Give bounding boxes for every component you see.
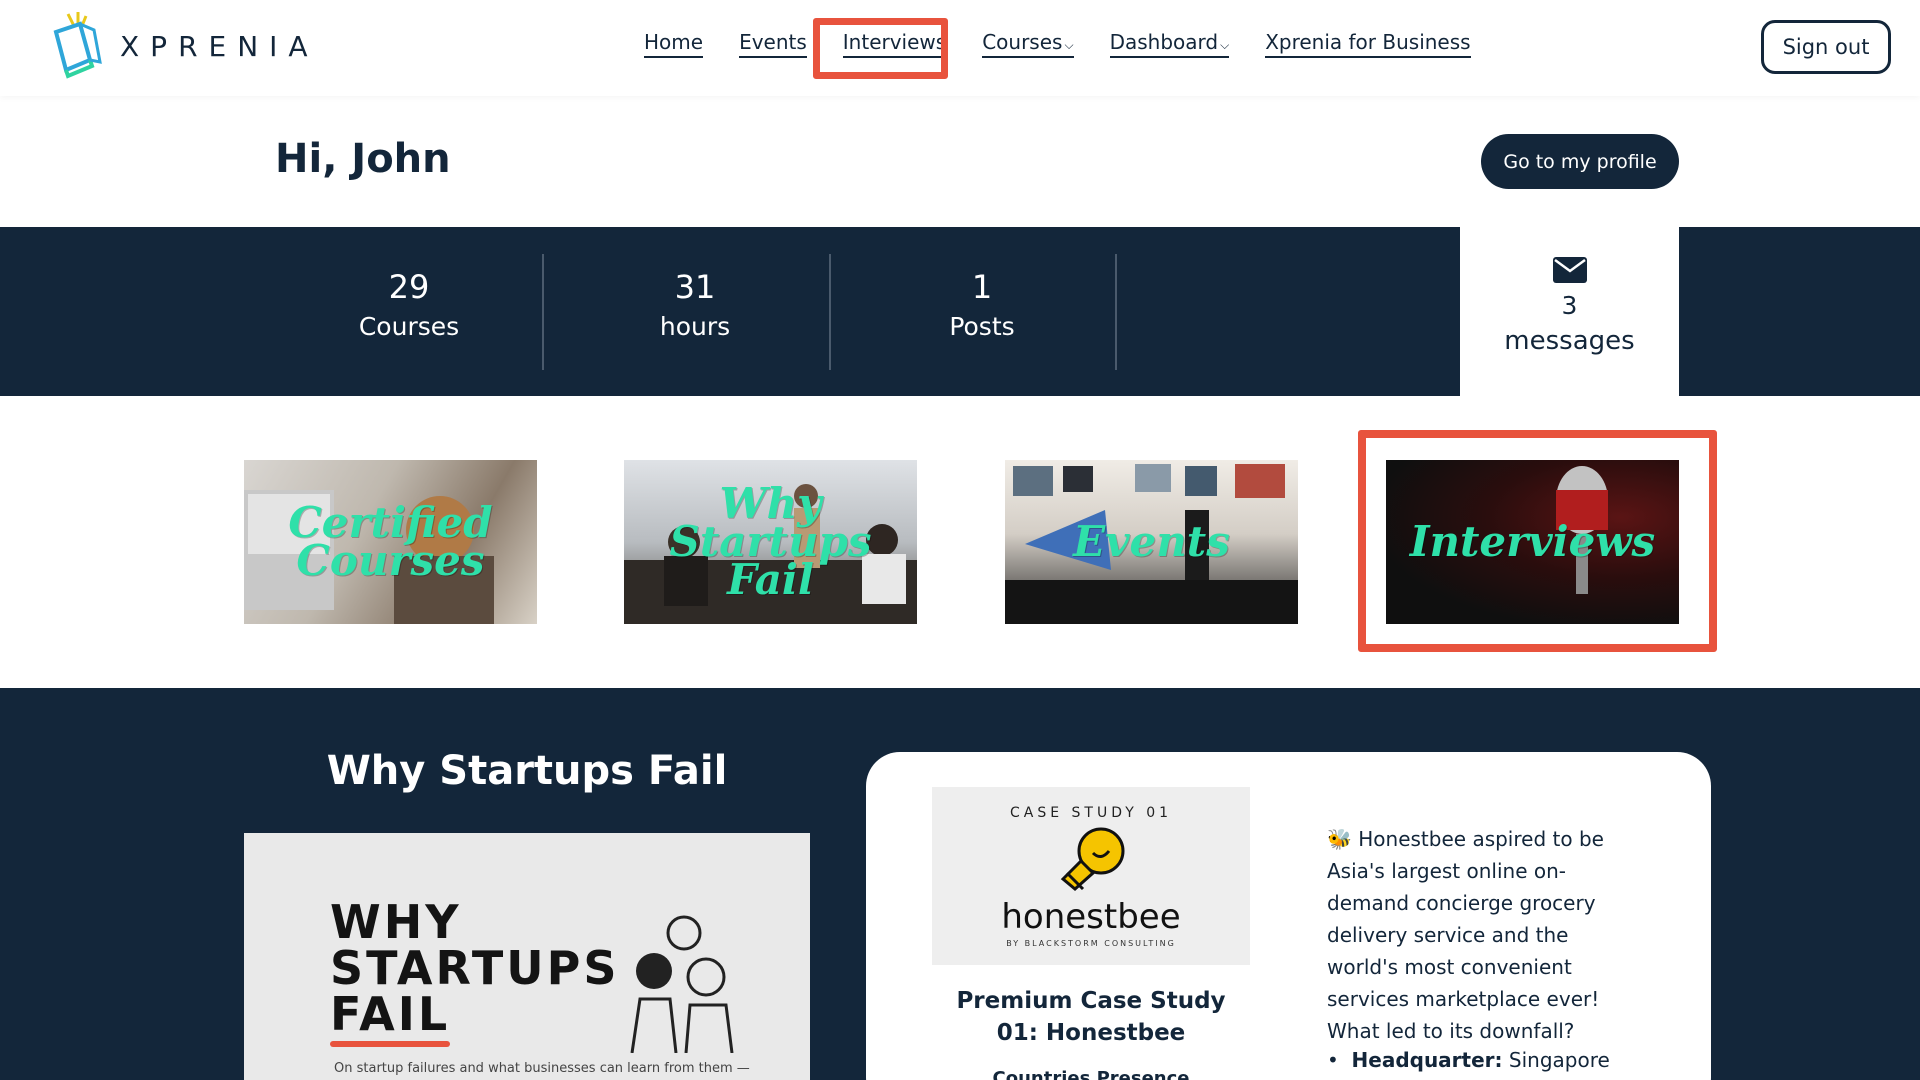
case-brand: honestbee — [1001, 897, 1181, 937]
section-title: Why Startups Fail — [326, 748, 728, 794]
stat-posts: 1 Posts — [839, 254, 1125, 370]
envelope-icon — [1460, 257, 1679, 287]
tile-certified-courses[interactable]: Certified Courses — [244, 460, 537, 624]
stat-label: Courses — [358, 312, 460, 341]
stat-label: hours — [659, 312, 731, 341]
nav-courses[interactable]: Courses ⌵ — [982, 30, 1074, 58]
image-title-line: FAIL — [330, 987, 451, 1041]
tile-label-line: Events — [1073, 517, 1230, 566]
nav-events-label: Events — [739, 30, 807, 54]
tile-label: Certified Courses — [244, 460, 537, 624]
bullet-value: Singapore — [1508, 1048, 1610, 1072]
tile-label-line: Startups Fail — [669, 517, 872, 604]
logo[interactable]: XPRENIA — [50, 12, 319, 80]
nav-business-label: Xprenia for Business — [1265, 30, 1471, 54]
top-header: XPRENIA Home Events Interviews Courses ⌵ … — [0, 0, 1920, 96]
people-illustration-icon — [630, 915, 734, 1053]
stat-value: 29 — [388, 268, 430, 306]
bee-icon — [1060, 827, 1125, 891]
nav-courses-label: Courses — [982, 30, 1063, 54]
stat-value: 31 — [674, 268, 716, 306]
messages-card[interactable]: 3 messages — [1460, 227, 1679, 396]
book-logo-icon — [53, 12, 102, 79]
tile-events[interactable]: Events — [1005, 460, 1298, 624]
stat-divider — [829, 254, 831, 370]
case-by: BY BLACKSTORM CONSULTING — [1006, 939, 1176, 948]
image-title-line: WHY — [330, 895, 462, 949]
messages-label: messages — [1504, 326, 1635, 356]
case-study-description: 🐝 Honestbee aspired to be Asia's largest… — [1327, 827, 1604, 1043]
go-to-profile-button[interactable]: Go to my profile — [1481, 134, 1679, 189]
bullet-label: Headquarter: — [1351, 1048, 1503, 1072]
stat-label: Posts — [949, 312, 1015, 341]
case-study-image[interactable]: CASE STUDY 01 honestbee BY BLACKSTORM CO… — [932, 787, 1250, 965]
stat-courses: 29 Courses — [266, 254, 552, 370]
nav-dashboard-label: Dashboard — [1109, 30, 1219, 54]
nav-events[interactable]: Events — [739, 30, 807, 58]
tile-label: Why Startups Fail — [624, 460, 917, 624]
tile-interviews-highlight — [1358, 430, 1717, 652]
stat-hours: 31 hours — [552, 254, 838, 370]
sign-out-button[interactable]: Sign out — [1761, 20, 1891, 74]
stat-value: 1 — [971, 268, 993, 306]
messages-count: 3 — [1561, 291, 1578, 320]
stat-divider — [1115, 254, 1117, 370]
image-caption: On startup failures and what businesses … — [334, 1061, 750, 1076]
image-title-line: STARTUPS — [330, 941, 620, 995]
tile-label: Events — [1005, 460, 1298, 624]
case-study-title[interactable]: Premium Case Study 01: Honestbee — [932, 985, 1250, 1049]
chevron-down-icon: ⌵ — [1064, 38, 1074, 52]
tile-why-startups-fail[interactable]: Why Startups Fail — [624, 460, 917, 624]
nav-interviews-highlight — [813, 18, 948, 79]
nav-dashboard[interactable]: Dashboard ⌵ — [1109, 30, 1230, 58]
case-study-bullet: • Headquarter: Singapore — [1327, 1048, 1610, 1072]
title-underline — [330, 1041, 450, 1047]
nav-home-label: Home — [644, 30, 704, 54]
main-nav: Home Events Interviews Courses ⌵ Dashboar… — [644, 30, 1471, 58]
chevron-down-icon: ⌵ — [1220, 38, 1230, 52]
why-startups-fail-image[interactable]: WHY STARTUPS FAIL On startup failures an… — [244, 833, 810, 1080]
case-kicker: CASE STUDY 01 — [1009, 805, 1173, 821]
image-title: WHY STARTUPS FAIL — [330, 899, 619, 1037]
nav-home[interactable]: Home — [644, 30, 704, 58]
page-title: Hi, John — [275, 136, 451, 182]
tile-label-line: Courses — [296, 536, 485, 585]
logo-text: XPRENIA — [120, 29, 319, 63]
case-study-subheading: Countries Presence — [992, 1068, 1190, 1080]
nav-xprenia-for-business[interactable]: Xprenia for Business — [1265, 30, 1471, 58]
stat-divider — [542, 254, 544, 370]
